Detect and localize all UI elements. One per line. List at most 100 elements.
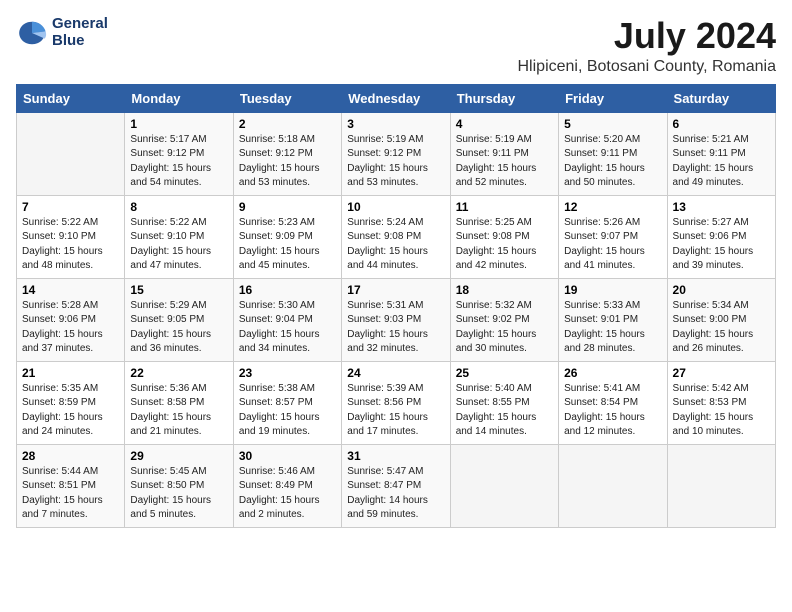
day-number: 4 [456,117,553,131]
day-number: 14 [22,283,119,297]
day-number: 18 [456,283,553,297]
day-cell: 12 Sunrise: 5:26 AM Sunset: 9:07 PM Dayli… [559,195,667,278]
day-cell: 6 Sunrise: 5:21 AM Sunset: 9:11 PM Daylig… [667,112,775,195]
day-cell: 29Sunrise: 5:45 AM Sunset: 8:50 PM Dayli… [125,444,233,527]
day-number: 10 [347,200,444,214]
location-title: Hlipiceni, Botosani County, Romania [518,58,777,76]
day-number: 25 [456,366,553,380]
day-info: Sunrise: 5:25 AM Sunset: 9:08 PM Dayligh… [456,216,553,274]
day-info: Sunrise: 5:40 AM Sunset: 8:55 PM Dayligh… [456,382,553,440]
day-number: 1 [130,117,227,131]
day-number: 15 [130,283,227,297]
week-row-1: 1 Sunrise: 5:17 AM Sunset: 9:12 PM Daylig… [17,112,776,195]
day-cell: 19 Sunrise: 5:33 AM Sunset: 9:01 PM Dayli… [559,278,667,361]
day-number: 11 [456,200,553,214]
day-number: 8 [130,200,227,214]
logo-text: General Blue [52,16,108,49]
day-info: Sunrise: 5:23 AM Sunset: 9:09 PM Dayligh… [239,216,336,274]
day-number: 3 [347,117,444,131]
day-cell: 28 Sunrise: 5:44 AM Sunset: 8:51 PM Dayli… [17,444,125,527]
day-number: 26 [564,366,661,380]
day-cell: 10Sunrise: 5:24 AM Sunset: 9:08 PM Dayli… [342,195,450,278]
day-cell: 15 Sunrise: 5:29 AM Sunset: 9:05 PM Dayli… [125,278,233,361]
day-cell: 27Sunrise: 5:42 AM Sunset: 8:53 PM Dayli… [667,361,775,444]
day-number: 9 [239,200,336,214]
day-info: Sunrise: 5:36 AM Sunset: 8:58 PM Dayligh… [130,382,227,440]
day-info: Sunrise: 5:47 AM Sunset: 8:47 PM Dayligh… [347,465,444,523]
day-number: 6 [673,117,770,131]
day-info: Sunrise: 5:19 AM Sunset: 9:11 PM Dayligh… [456,133,553,191]
header-tuesday: Tuesday [233,84,341,112]
day-number: 17 [347,283,444,297]
calendar-header-row: SundayMondayTuesdayWednesdayThursdayFrid… [17,84,776,112]
day-info: Sunrise: 5:32 AM Sunset: 9:02 PM Dayligh… [456,299,553,357]
day-number: 7 [22,200,119,214]
day-info: Sunrise: 5:45 AM Sunset: 8:50 PM Dayligh… [130,465,227,523]
day-info: Sunrise: 5:29 AM Sunset: 9:05 PM Dayligh… [130,299,227,357]
day-info: Sunrise: 5:27 AM Sunset: 9:06 PM Dayligh… [673,216,770,274]
day-number: 21 [22,366,119,380]
day-number: 13 [673,200,770,214]
day-info: Sunrise: 5:18 AM Sunset: 9:12 PM Dayligh… [239,133,336,191]
day-cell: 21 Sunrise: 5:35 AM Sunset: 8:59 PM Dayli… [17,361,125,444]
header-saturday: Saturday [667,84,775,112]
day-info: Sunrise: 5:19 AM Sunset: 9:12 PM Dayligh… [347,133,444,191]
day-cell: 13 Sunrise: 5:27 AM Sunset: 9:06 PM Dayli… [667,195,775,278]
day-cell: 17 Sunrise: 5:31 AM Sunset: 9:03 PM Dayli… [342,278,450,361]
day-info: Sunrise: 5:33 AM Sunset: 9:01 PM Dayligh… [564,299,661,357]
day-info: Sunrise: 5:39 AM Sunset: 8:56 PM Dayligh… [347,382,444,440]
logo-icon [16,17,48,49]
day-info: Sunrise: 5:21 AM Sunset: 9:11 PM Dayligh… [673,133,770,191]
day-cell: 11 Sunrise: 5:25 AM Sunset: 9:08 PM Dayli… [450,195,558,278]
day-number: 5 [564,117,661,131]
day-cell: 8 Sunrise: 5:22 AM Sunset: 9:10 PM Daylig… [125,195,233,278]
day-cell: 26Sunrise: 5:41 AM Sunset: 8:54 PM Dayli… [559,361,667,444]
day-info: Sunrise: 5:34 AM Sunset: 9:00 PM Dayligh… [673,299,770,357]
day-cell: 18 Sunrise: 5:32 AM Sunset: 9:02 PM Dayli… [450,278,558,361]
day-number: 22 [130,366,227,380]
day-number: 19 [564,283,661,297]
week-row-2: 7 Sunrise: 5:22 AM Sunset: 9:10 PM Daylig… [17,195,776,278]
day-cell [17,112,125,195]
title-area: July 2024 Hlipiceni, Botosani County, Ro… [518,16,777,76]
day-cell: 3 Sunrise: 5:19 AM Sunset: 9:12 PM Daylig… [342,112,450,195]
header-friday: Friday [559,84,667,112]
day-cell: 1 Sunrise: 5:17 AM Sunset: 9:12 PM Daylig… [125,112,233,195]
day-info: Sunrise: 5:44 AM Sunset: 8:51 PM Dayligh… [22,465,119,523]
week-row-3: 14 Sunrise: 5:28 AM Sunset: 9:06 PM Dayli… [17,278,776,361]
calendar-table: SundayMondayTuesdayWednesdayThursdayFrid… [16,84,776,528]
page-header: General Blue July 2024 Hlipiceni, Botosa… [16,16,776,76]
day-cell [559,444,667,527]
day-number: 27 [673,366,770,380]
day-info: Sunrise: 5:35 AM Sunset: 8:59 PM Dayligh… [22,382,119,440]
header-thursday: Thursday [450,84,558,112]
day-info: Sunrise: 5:26 AM Sunset: 9:07 PM Dayligh… [564,216,661,274]
day-number: 31 [347,449,444,463]
day-cell [667,444,775,527]
day-cell: 2 Sunrise: 5:18 AM Sunset: 9:12 PM Daylig… [233,112,341,195]
day-cell: 24Sunrise: 5:39 AM Sunset: 8:56 PM Dayli… [342,361,450,444]
day-info: Sunrise: 5:22 AM Sunset: 9:10 PM Dayligh… [130,216,227,274]
day-cell: 31 Sunrise: 5:47 AM Sunset: 8:47 PM Dayli… [342,444,450,527]
day-number: 30 [239,449,336,463]
day-info: Sunrise: 5:20 AM Sunset: 9:11 PM Dayligh… [564,133,661,191]
day-cell: 4 Sunrise: 5:19 AM Sunset: 9:11 PM Daylig… [450,112,558,195]
day-cell: 5 Sunrise: 5:20 AM Sunset: 9:11 PM Daylig… [559,112,667,195]
day-info: Sunrise: 5:28 AM Sunset: 9:06 PM Dayligh… [22,299,119,357]
day-info: Sunrise: 5:31 AM Sunset: 9:03 PM Dayligh… [347,299,444,357]
header-monday: Monday [125,84,233,112]
day-number: 28 [22,449,119,463]
day-info: Sunrise: 5:22 AM Sunset: 9:10 PM Dayligh… [22,216,119,274]
day-cell: 22 Sunrise: 5:36 AM Sunset: 8:58 PM Dayli… [125,361,233,444]
day-number: 12 [564,200,661,214]
day-info: Sunrise: 5:30 AM Sunset: 9:04 PM Dayligh… [239,299,336,357]
day-number: 2 [239,117,336,131]
day-cell: 30Sunrise: 5:46 AM Sunset: 8:49 PM Dayli… [233,444,341,527]
week-row-4: 21 Sunrise: 5:35 AM Sunset: 8:59 PM Dayli… [17,361,776,444]
day-cell: 23Sunrise: 5:38 AM Sunset: 8:57 PM Dayli… [233,361,341,444]
day-number: 20 [673,283,770,297]
day-number: 23 [239,366,336,380]
day-cell: 20 Sunrise: 5:34 AM Sunset: 9:00 PM Dayli… [667,278,775,361]
day-number: 16 [239,283,336,297]
day-info: Sunrise: 5:17 AM Sunset: 9:12 PM Dayligh… [130,133,227,191]
